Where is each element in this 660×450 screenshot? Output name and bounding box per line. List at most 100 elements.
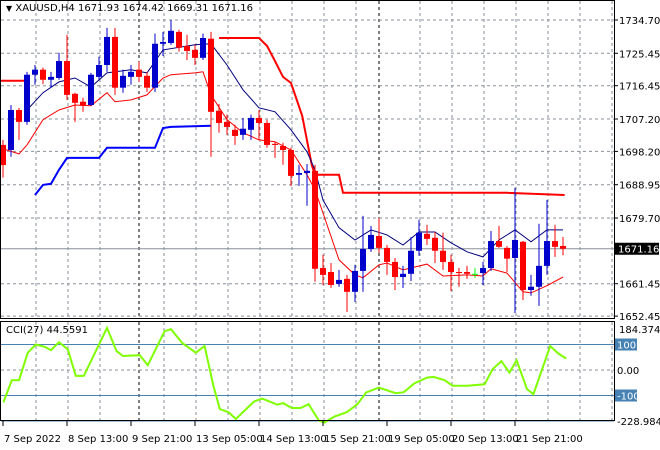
candle-body	[432, 237, 438, 251]
candle-body	[368, 234, 374, 249]
price-tick-label: 1734.70	[619, 16, 660, 27]
candle-body	[144, 75, 150, 88]
candle-body	[408, 250, 414, 274]
candle-body	[176, 31, 182, 48]
candle-body	[184, 45, 190, 51]
time-tick-label: 13 Sep 05:00	[196, 434, 263, 445]
dropdown-triangle-icon[interactable]: ▼	[6, 4, 12, 13]
candle-body	[552, 241, 558, 247]
candle-body	[312, 170, 318, 269]
candle-body	[80, 101, 86, 106]
candle-body	[328, 272, 334, 285]
candle-body	[424, 233, 430, 239]
candle-body	[560, 245, 566, 249]
ohlc-close: 1671.16	[211, 3, 253, 14]
time-tick-label: 15 Sep 21:00	[324, 434, 391, 445]
candle-body	[96, 65, 102, 77]
candle-body	[384, 247, 390, 262]
candle-body	[272, 143, 278, 145]
candle-body	[536, 265, 542, 287]
candle-body	[288, 149, 294, 176]
price-tick-label: 1716.45	[619, 82, 660, 93]
candle-body	[416, 232, 422, 251]
candle-body	[120, 75, 126, 88]
candle-body	[168, 30, 174, 44]
time-tick-label: 7 Sep 2022	[4, 434, 61, 445]
price-tick-label: 1725.45	[619, 49, 660, 60]
candle-body	[360, 248, 366, 271]
ohlc-high: 1674.42	[122, 3, 164, 14]
candle-body	[232, 129, 238, 136]
candle-body	[112, 36, 118, 88]
candle-body	[352, 270, 358, 292]
candle-body	[24, 74, 30, 122]
candle-body	[496, 241, 502, 247]
candle-body	[336, 279, 342, 284]
time-tick-label: 20 Sep 13:00	[452, 434, 519, 445]
candle-body	[8, 110, 14, 150]
candle-body	[488, 241, 494, 269]
price-tick-label: 1661.45	[619, 280, 660, 291]
cci-level-label: 100	[617, 341, 636, 352]
candle-body	[64, 61, 70, 95]
candle-body	[72, 93, 78, 103]
price-tick-label: 1707.20	[619, 115, 660, 126]
cci-line	[2, 325, 567, 424]
candle-body	[528, 286, 534, 290]
symbol-label: XAUUSD,H4	[15, 3, 75, 14]
current-price-label: 1671.16	[618, 245, 659, 256]
upper-band-line	[219, 37, 565, 196]
chart-title: ▼ XAUUSD,H4 1671.93 1674.42 1669.31 1671…	[6, 3, 253, 14]
candle-body	[296, 173, 302, 175]
candle-body	[128, 71, 134, 77]
cci-level-label: 0.00	[617, 366, 639, 377]
cci-max-label: 184.3749	[619, 325, 660, 336]
candle-body	[56, 61, 62, 78]
price-tick-label: 1688.95	[619, 181, 660, 192]
candle-body	[472, 273, 478, 275]
fast-ma-line	[26, 43, 563, 258]
candle-body	[136, 69, 142, 77]
cci-title: CCI(27) 44.5591	[6, 325, 88, 336]
candle-body	[256, 117, 262, 123]
candle-body	[248, 117, 254, 130]
time-tick-label: 9 Sep 21:00	[132, 434, 192, 445]
time-tick-label: 14 Sep 13:00	[260, 434, 327, 445]
cci-min-label: -228.9844	[617, 417, 660, 428]
candle-body	[480, 268, 486, 274]
candle-body	[104, 36, 110, 65]
price-chart[interactable]: 100 0.00 -100 184.3749 -228.9844 1734.70 1725…	[0, 0, 660, 450]
time-tick-label: 21 Sep 21:00	[516, 434, 583, 445]
candle-body	[224, 121, 230, 127]
candle-body	[520, 241, 526, 290]
candle-body	[40, 69, 46, 80]
time-tick-label: 19 Sep 05:00	[388, 434, 455, 445]
candle-body	[344, 278, 350, 292]
candle-body	[16, 110, 22, 122]
candle-body	[216, 110, 222, 123]
candle-body	[464, 272, 470, 274]
candle-body	[264, 122, 270, 145]
candle-body	[304, 170, 310, 173]
candle-body	[448, 261, 454, 272]
candle-body	[544, 241, 550, 266]
candle-body	[400, 273, 406, 278]
time-tick-label: 8 Sep 13:00	[68, 434, 128, 445]
cci-level-label: -100	[617, 392, 640, 403]
candles	[0, 20, 566, 314]
price-tick-label: 1652.45	[619, 312, 660, 323]
candle-body	[48, 76, 54, 80]
price-tick-label: 1698.20	[619, 147, 660, 158]
price-tick-label: 1679.70	[619, 214, 660, 225]
candle-body	[392, 261, 398, 278]
candle-body	[200, 38, 206, 58]
candle-body	[192, 49, 198, 58]
candle-body	[152, 43, 158, 88]
candle-body	[376, 236, 382, 248]
candle-body	[320, 268, 326, 275]
candle-body	[32, 69, 38, 75]
candle-body	[280, 146, 286, 150]
candle-body	[160, 41, 166, 44]
candle-body	[88, 74, 94, 105]
candle-body	[240, 128, 246, 135]
